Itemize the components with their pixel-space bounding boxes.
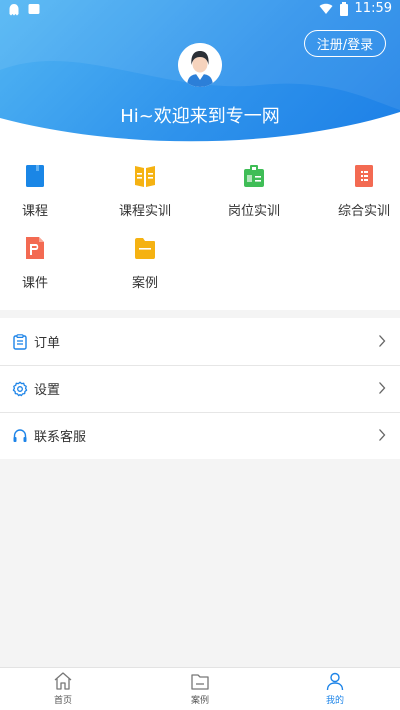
bottom-tab-bar: 首页 案例 我的 [0, 667, 400, 710]
chevron-right-icon [379, 335, 386, 347]
folder-icon [191, 674, 209, 690]
wifi-icon [319, 3, 333, 14]
battery-icon [339, 1, 348, 16]
menu-item-label: 联系客服 [34, 430, 87, 445]
grid-item-case[interactable]: 案例 [100, 236, 190, 291]
grid-item-label: 综合实训 [337, 204, 390, 219]
grid-item-job-practice[interactable]: 岗位实训 [209, 164, 299, 219]
job-practice-icon [244, 165, 264, 187]
tab-label: 我的 [325, 696, 344, 706]
welcome-text: Hi~欢迎来到专一网 [120, 106, 280, 127]
avatar-image [178, 43, 222, 87]
profile-header: 11:59 注册/登录 Hi~欢迎来到专一网 [0, 0, 400, 150]
grid-item-label: 课程 [21, 204, 48, 219]
course-icon [26, 165, 44, 187]
tab-mine[interactable]: 我的 [305, 671, 365, 706]
home-icon [54, 672, 72, 690]
avatar[interactable] [178, 43, 222, 87]
grid-item-label: 案例 [131, 276, 158, 291]
menu-item-settings[interactable]: 设置 [0, 365, 400, 412]
user-icon [326, 672, 344, 691]
notification-ghost-icon [9, 4, 19, 16]
register-login-button[interactable]: 注册/登录 [304, 30, 386, 57]
grid-item-course-practice[interactable]: 课程实训 [100, 164, 190, 219]
course-practice-icon [135, 166, 155, 187]
grid-item-label: 课件 [21, 276, 48, 291]
order-icon [13, 333, 27, 350]
grid-item-course[interactable]: 课程 [0, 164, 80, 219]
status-time: 11:59 [354, 1, 392, 16]
menu-item-contact-support[interactable]: 联系客服 [0, 412, 400, 459]
grid-item-comprehensive-practice[interactable]: 综合实训 [319, 164, 400, 219]
tab-case[interactable]: 案例 [170, 671, 230, 706]
grid-item-courseware[interactable]: 课件 [0, 236, 80, 291]
menu-item-label: 订单 [34, 336, 61, 351]
status-bar: 11:59 [0, 0, 400, 20]
tab-label: 首页 [53, 696, 72, 706]
feature-grid: 课程 课程实训 岗位实训 综合实训 课件 案例 [0, 150, 400, 310]
settings-menu: 订单 设置 联系客服 [0, 318, 400, 459]
grid-item-label: 岗位实训 [227, 204, 280, 219]
grid-item-label: 课程实训 [118, 204, 171, 219]
chevron-right-icon [379, 429, 386, 441]
menu-item-label: 设置 [34, 383, 61, 398]
case-icon [135, 238, 155, 259]
notification-square-icon [28, 4, 40, 14]
settings-icon [12, 381, 28, 396]
tab-label: 案例 [190, 696, 209, 706]
menu-item-order[interactable]: 订单 [0, 318, 400, 365]
tab-home[interactable]: 首页 [33, 671, 93, 706]
headset-icon [13, 428, 27, 442]
chevron-right-icon [379, 382, 386, 394]
courseware-icon [26, 237, 44, 259]
comprehensive-practice-icon [355, 165, 373, 187]
